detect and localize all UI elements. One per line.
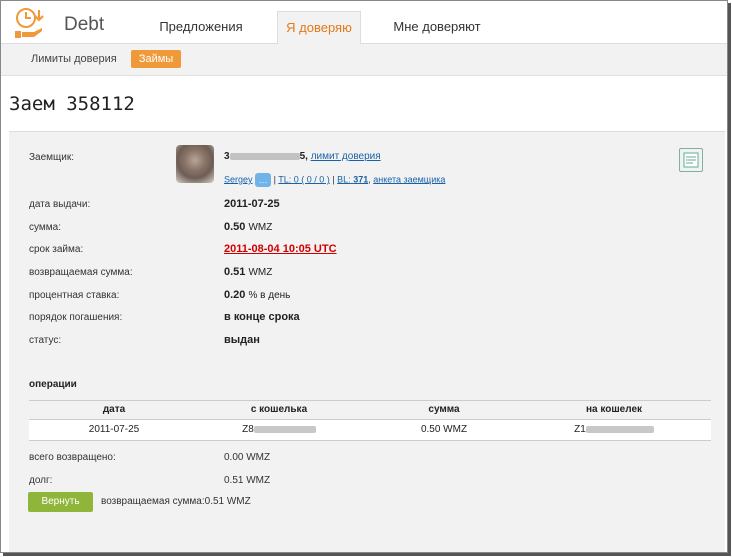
column-from-wallet: с кошелька: [250, 404, 308, 415]
to-wallet-prefix: Z1: [574, 424, 586, 435]
return-amount-label: возвращаемая сумма:: [29, 267, 133, 278]
brand-name: Debt: [64, 14, 105, 35]
bl-value: 371: [353, 174, 369, 185]
total-returned-value: 0.00 WMZ: [224, 452, 271, 463]
debt-label: долг:: [29, 475, 53, 486]
borrower-avatar[interactable]: [176, 145, 214, 183]
return-amount-note: возвращаемая сумма:0.51 WMZ: [101, 496, 251, 507]
column-sum: сумма: [428, 404, 460, 415]
operations-table: дата с кошелька сумма на кошелек 2011-07…: [29, 400, 711, 441]
return-amount-unit: WMZ: [248, 267, 273, 278]
return-amount-line: 0.51 WMZ: [224, 266, 272, 278]
table-header: дата с кошелька сумма на кошелек: [29, 400, 711, 420]
rate-line: 0.20 % в день: [224, 289, 290, 301]
tab-i-trust[interactable]: Я доверяю: [277, 11, 361, 45]
amount-value-line: 0.50 WMZ: [224, 221, 272, 233]
loans-tab-button[interactable]: Займы: [131, 50, 181, 68]
issue-date-value: 2011-07-25: [224, 198, 280, 210]
repayment-value: в конце срока: [224, 311, 300, 323]
amount-unit: WMZ: [248, 222, 273, 233]
debt-value: 0.51 WMZ: [224, 475, 271, 486]
repayment-label: порядок погашения:: [29, 312, 123, 323]
status-value: выдан: [224, 334, 260, 346]
loan-details-panel: Заемщик: 3 5, лимит доверия Sergey … | TL…: [9, 131, 725, 552]
row-date: 2011-07-25: [88, 424, 140, 435]
total-returned-label: всего возвращено:: [29, 452, 116, 463]
document-icon-glyph: [683, 152, 699, 168]
app-window: Debt Предложения Я доверяю Мне доверяют …: [0, 0, 728, 553]
document-icon[interactable]: [679, 148, 703, 172]
rate-unit: % в день: [248, 290, 291, 301]
user-profile-link[interactable]: Sergey: [224, 174, 253, 184]
rate-label: процентная ставка:: [29, 290, 120, 301]
borrower-profile-link[interactable]: анкета заемщика: [373, 174, 445, 184]
bl-prefix: BL:: [337, 174, 351, 185]
borrower-name-prefix: 3: [224, 151, 230, 162]
column-to-wallet: на кошелек: [585, 404, 643, 415]
amount-value: 0.50: [224, 221, 246, 233]
bl-link[interactable]: BL: 371: [337, 174, 368, 184]
status-label: статус:: [29, 335, 62, 346]
rate-value: 0.20: [224, 289, 246, 301]
term-value: 2011-08-04 10:05 UTC: [224, 243, 337, 255]
chat-bubble-icon[interactable]: …: [255, 173, 272, 187]
borrower-line: 3 5, лимит доверия: [224, 151, 381, 162]
tab-offers[interactable]: Предложения: [151, 11, 251, 44]
page-title: Заем 358112: [9, 93, 135, 115]
trust-limit-link[interactable]: лимит доверия: [311, 151, 381, 162]
table-row: 2011-07-25 Z8 0.50 WMZ Z1: [29, 420, 711, 441]
trust-limits-link[interactable]: Лимиты доверия: [31, 53, 117, 65]
row-to-wallet: Z1: [549, 424, 679, 435]
top-header: Debt Предложения Я доверяю Мне доверяют: [1, 1, 727, 45]
operations-title: операции: [29, 379, 77, 390]
sub-navigation: Лимиты доверия Займы: [1, 44, 727, 76]
borrower-meta-line: Sergey … | TL: 0 ( 0 / 0 ) | BL: 371, ан…: [224, 173, 446, 187]
column-date: дата: [102, 404, 126, 415]
borrower-name-suffix: 5,: [299, 151, 308, 162]
return-amount-value: 0.51: [224, 266, 246, 278]
row-from-wallet: Z8: [219, 424, 339, 435]
borrower-label: Заемщик:: [29, 152, 75, 163]
issue-date-label: дата выдачи:: [29, 199, 91, 210]
tab-trust-me[interactable]: Мне доверяют: [381, 11, 493, 44]
redacted-name: [229, 152, 300, 160]
debt-logo-icon[interactable]: [13, 7, 49, 39]
amount-label: сумма:: [29, 222, 61, 233]
return-button[interactable]: Вернуть: [28, 492, 93, 512]
redacted-from-wallet: [253, 425, 316, 433]
redacted-to-wallet: [585, 425, 654, 433]
term-label: срок займа:: [29, 244, 84, 255]
tl-link[interactable]: TL: 0 ( 0 / 0 ): [278, 174, 330, 184]
row-sum: 0.50 WMZ: [420, 424, 468, 435]
from-wallet-prefix: Z8: [242, 424, 254, 435]
